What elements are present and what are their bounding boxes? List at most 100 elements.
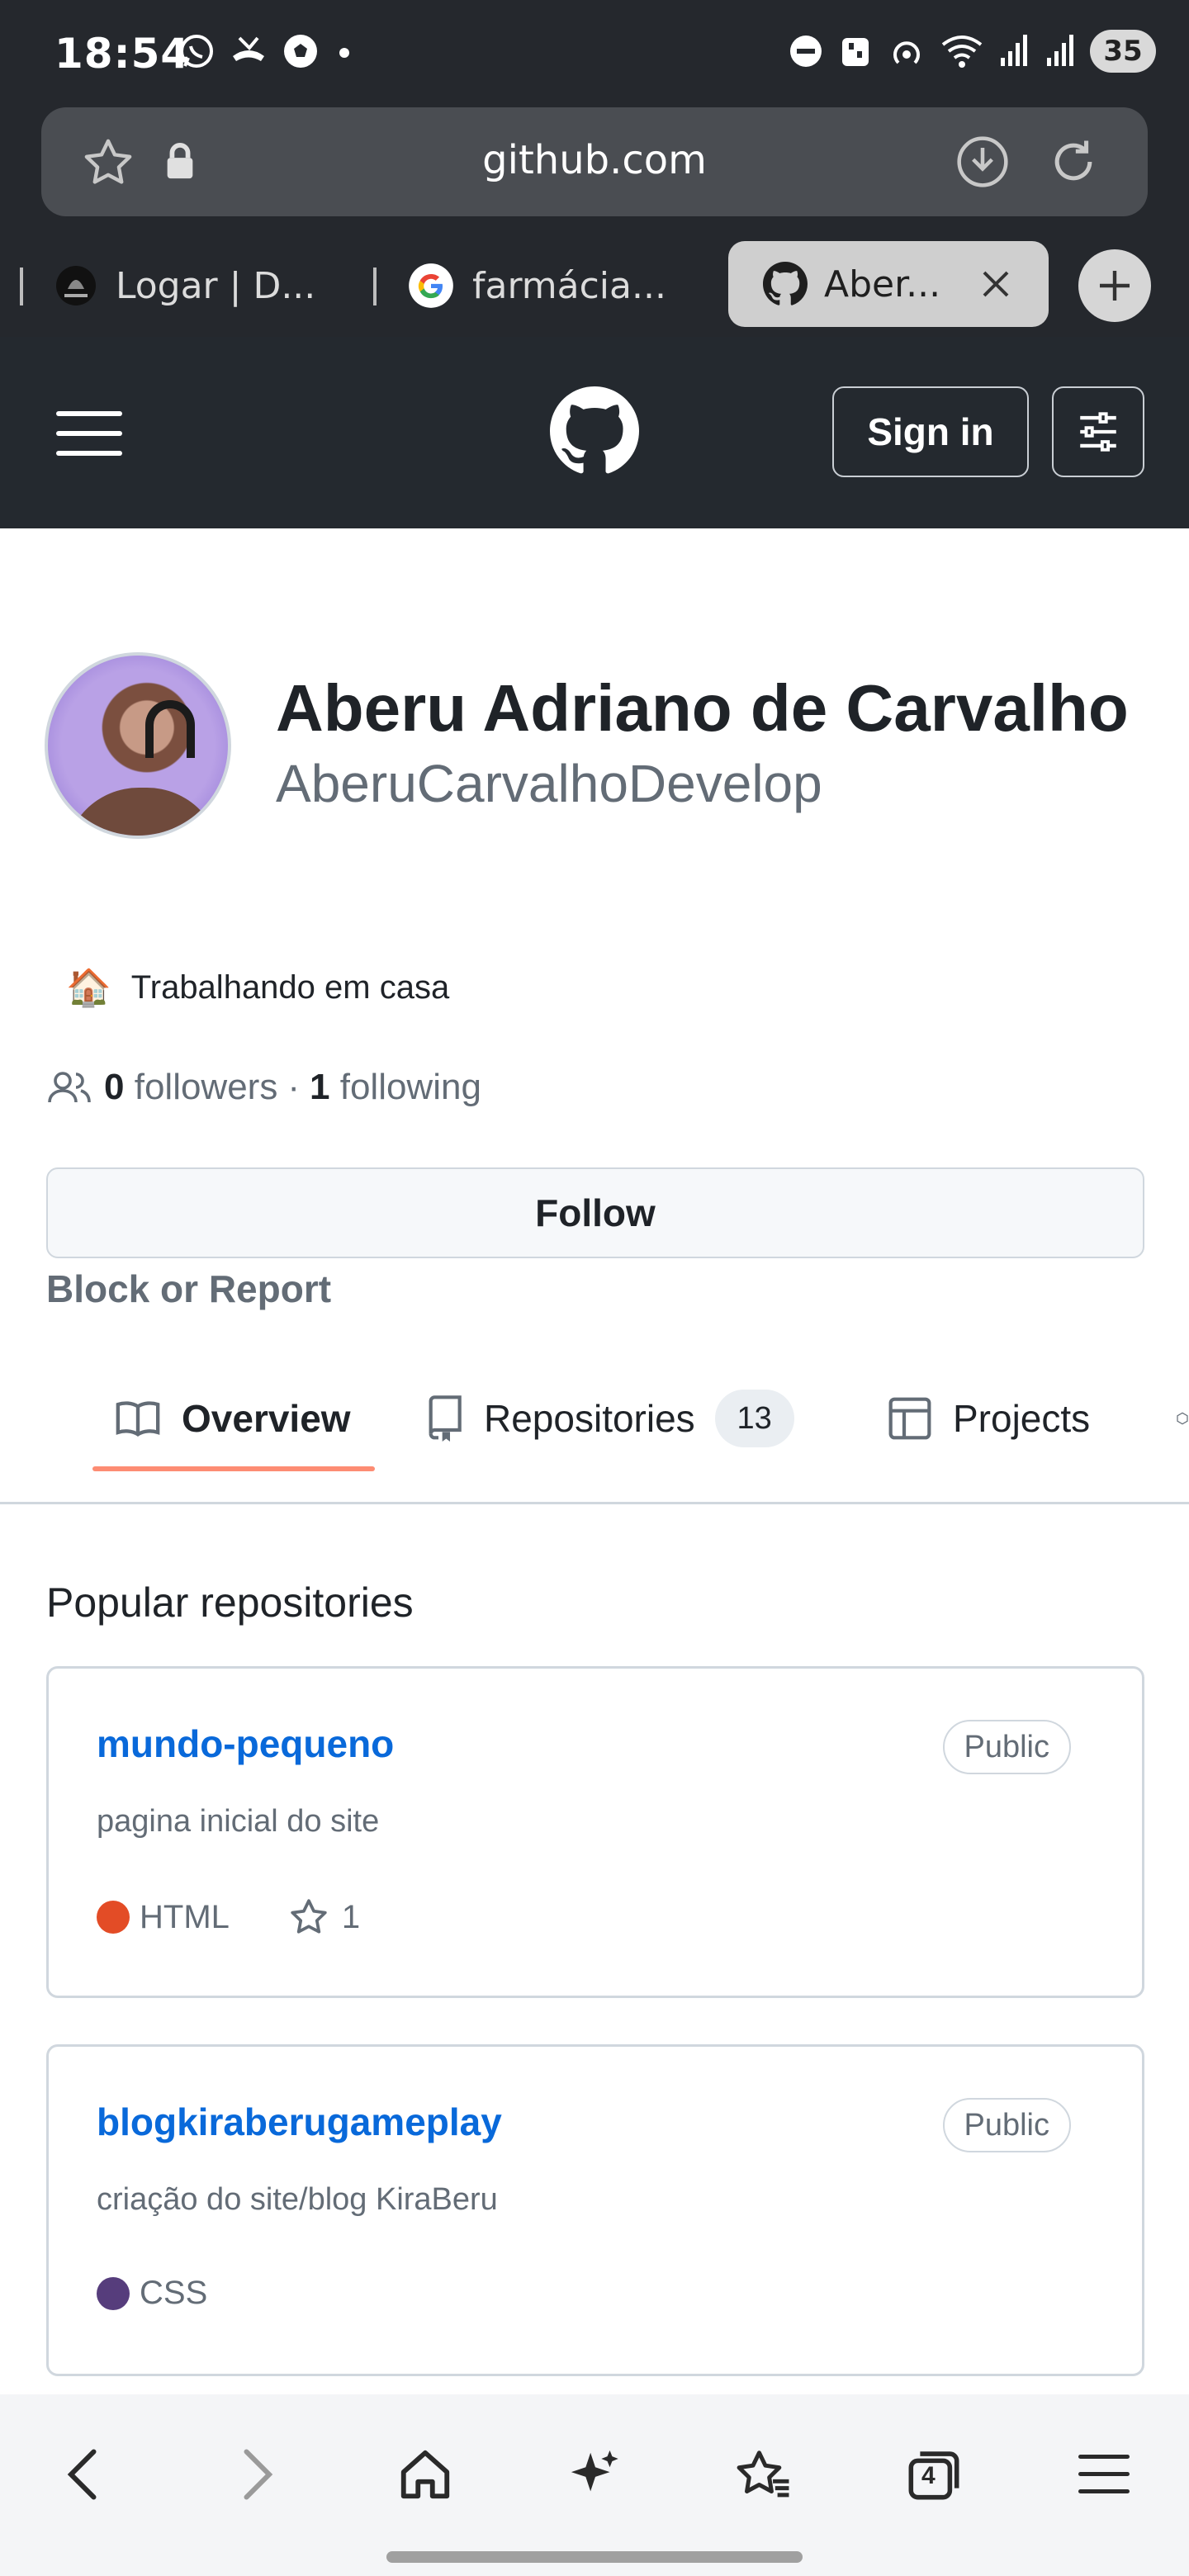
tab-projects[interactable]: Projects xyxy=(887,1377,1090,1460)
back-button[interactable] xyxy=(46,2437,121,2512)
status-bar: 18:54 35 xyxy=(0,0,1189,107)
status-time: 18:54 xyxy=(54,30,191,78)
tab-farmacia[interactable]: farmácia... xyxy=(408,244,666,327)
tab-label: Aber... xyxy=(824,263,941,305)
settings-button[interactable] xyxy=(1052,386,1144,477)
new-tab-button[interactable] xyxy=(1078,249,1151,322)
hamburger-menu-icon xyxy=(1078,2455,1130,2493)
tab-aberu-active[interactable]: Aber... xyxy=(728,241,1049,327)
star-icon xyxy=(291,1899,327,1934)
package-icon xyxy=(1177,1412,1188,1425)
bookmarks-star-icon xyxy=(737,2451,789,2498)
signal-icon xyxy=(1001,35,1027,66)
sparkle-icon xyxy=(571,2450,618,2492)
avatar[interactable] xyxy=(45,652,231,839)
address-bar[interactable]: github.com xyxy=(41,107,1148,216)
following-link[interactable]: 1 following xyxy=(310,1067,481,1108)
tab-separator xyxy=(373,268,377,305)
bookmarks-button[interactable] xyxy=(727,2437,801,2512)
notification-icons xyxy=(177,31,357,71)
repo-card: mundo-pequeno Public pagina inicial do s… xyxy=(46,1666,1144,1998)
soccer-ball-icon xyxy=(284,35,317,68)
repo-icon xyxy=(429,1395,462,1442)
nfc-icon xyxy=(842,38,869,66)
darkstore-favicon-icon xyxy=(56,266,96,305)
close-tab-icon[interactable] xyxy=(979,268,1012,301)
sliders-icon xyxy=(1080,412,1116,452)
status-text: Trabalhando em casa xyxy=(130,968,450,1006)
followers-count: 0 xyxy=(104,1067,125,1107)
hotspot-icon xyxy=(893,41,920,64)
star-count: 1 xyxy=(341,1898,361,1935)
language-color-dot xyxy=(97,1901,130,1934)
following-count: 1 xyxy=(310,1067,330,1107)
table-icon xyxy=(888,1397,931,1440)
avatar-body xyxy=(64,788,221,836)
repo-description: pagina inicial do site xyxy=(97,1804,380,1839)
popular-repos-title: Popular repositories xyxy=(46,1579,414,1626)
followers-label: followers xyxy=(134,1067,278,1107)
do-not-disturb-icon xyxy=(790,36,822,67)
dot-icon xyxy=(339,48,349,58)
whatsapp-icon xyxy=(180,35,213,68)
tab-logar[interactable]: Logar | D... xyxy=(54,244,315,327)
visibility-badge: Public xyxy=(942,2098,1071,2152)
user-status[interactable]: 🏠 Trabalhando em casa xyxy=(66,966,449,1009)
followers-link[interactable]: 0 followers xyxy=(104,1067,277,1108)
tabs-button[interactable]: 4 xyxy=(897,2437,971,2512)
stars-link[interactable]: 1 xyxy=(287,1896,360,1938)
browser-menu-button[interactable] xyxy=(1067,2437,1141,2512)
battery-indicator: 35 xyxy=(1090,30,1156,73)
following-label: following xyxy=(339,1067,481,1107)
language-color-dot xyxy=(97,2276,130,2310)
signal-icon-2 xyxy=(1047,35,1073,66)
profile-login: AberuCarvalhoDevelop xyxy=(276,754,822,813)
tab-packages-partial[interactable] xyxy=(1176,1377,1189,1460)
download-icon[interactable] xyxy=(955,134,1011,190)
follow-button[interactable]: Follow xyxy=(46,1167,1144,1258)
gesture-home-indicator[interactable] xyxy=(386,2551,803,2563)
profile-name: Aberu Adriano de Carvalho xyxy=(276,671,1129,745)
repo-meta: HTML 1 xyxy=(97,1896,360,1938)
repo-meta: CSS xyxy=(97,2275,207,2312)
forward-arrow-icon xyxy=(244,2449,273,2500)
ai-assistant-button[interactable] xyxy=(558,2437,632,2512)
browser-chrome: github.com Logar | D... farmácia... Aber… xyxy=(0,107,1189,337)
tab-label: Logar | D... xyxy=(116,264,316,307)
separator-dot: · xyxy=(287,1067,300,1107)
reload-icon[interactable] xyxy=(1045,134,1101,190)
missed-call-icon xyxy=(233,36,264,61)
repo-card: blogkiraberugameplay Public criação do s… xyxy=(46,2044,1144,2376)
github-logo-icon[interactable] xyxy=(550,386,639,476)
follow-stats: 0 followers · 1 following xyxy=(46,1067,481,1108)
forward-button[interactable] xyxy=(220,2437,294,2512)
home-button[interactable] xyxy=(388,2437,462,2512)
repo-name-link[interactable]: mundo-pequeno xyxy=(97,1721,394,1766)
tab-label: farmácia... xyxy=(472,264,666,307)
house-emoji-icon: 🏠 xyxy=(66,968,111,1008)
sign-in-button[interactable]: Sign in xyxy=(832,386,1029,477)
browser-bottom-bar: 4 xyxy=(0,2394,1189,2576)
tab-repositories-label: Repositories xyxy=(484,1397,695,1440)
home-icon xyxy=(400,2450,450,2499)
system-icons: 35 xyxy=(788,30,1156,73)
repo-description: criação do site/blog KiraBeru xyxy=(97,2182,498,2217)
headphones-detail xyxy=(145,700,195,758)
back-arrow-icon xyxy=(67,2449,97,2500)
menu-icon[interactable] xyxy=(56,410,122,457)
repositories-counter: 13 xyxy=(714,1390,794,1447)
tab-overview[interactable]: Overview xyxy=(114,1377,351,1460)
repo-language: HTML xyxy=(140,1898,230,1935)
github-header: Sign in xyxy=(0,337,1189,528)
block-or-report-link[interactable]: Block or Report xyxy=(46,1267,331,1311)
profile-nav: Overview Repositories 13 Projects xyxy=(0,1354,1189,1504)
tab-repositories[interactable]: Repositories 13 xyxy=(424,1377,794,1460)
active-tab-indicator xyxy=(92,1466,375,1471)
people-icon xyxy=(48,1072,91,1103)
visibility-badge: Public xyxy=(942,1720,1071,1774)
tab-overview-label: Overview xyxy=(182,1397,351,1440)
repo-name-link[interactable]: blogkiraberugameplay xyxy=(97,2100,502,2144)
tab-count: 4 xyxy=(921,2462,936,2489)
plus-icon xyxy=(1100,271,1130,301)
github-favicon-icon xyxy=(763,262,808,305)
